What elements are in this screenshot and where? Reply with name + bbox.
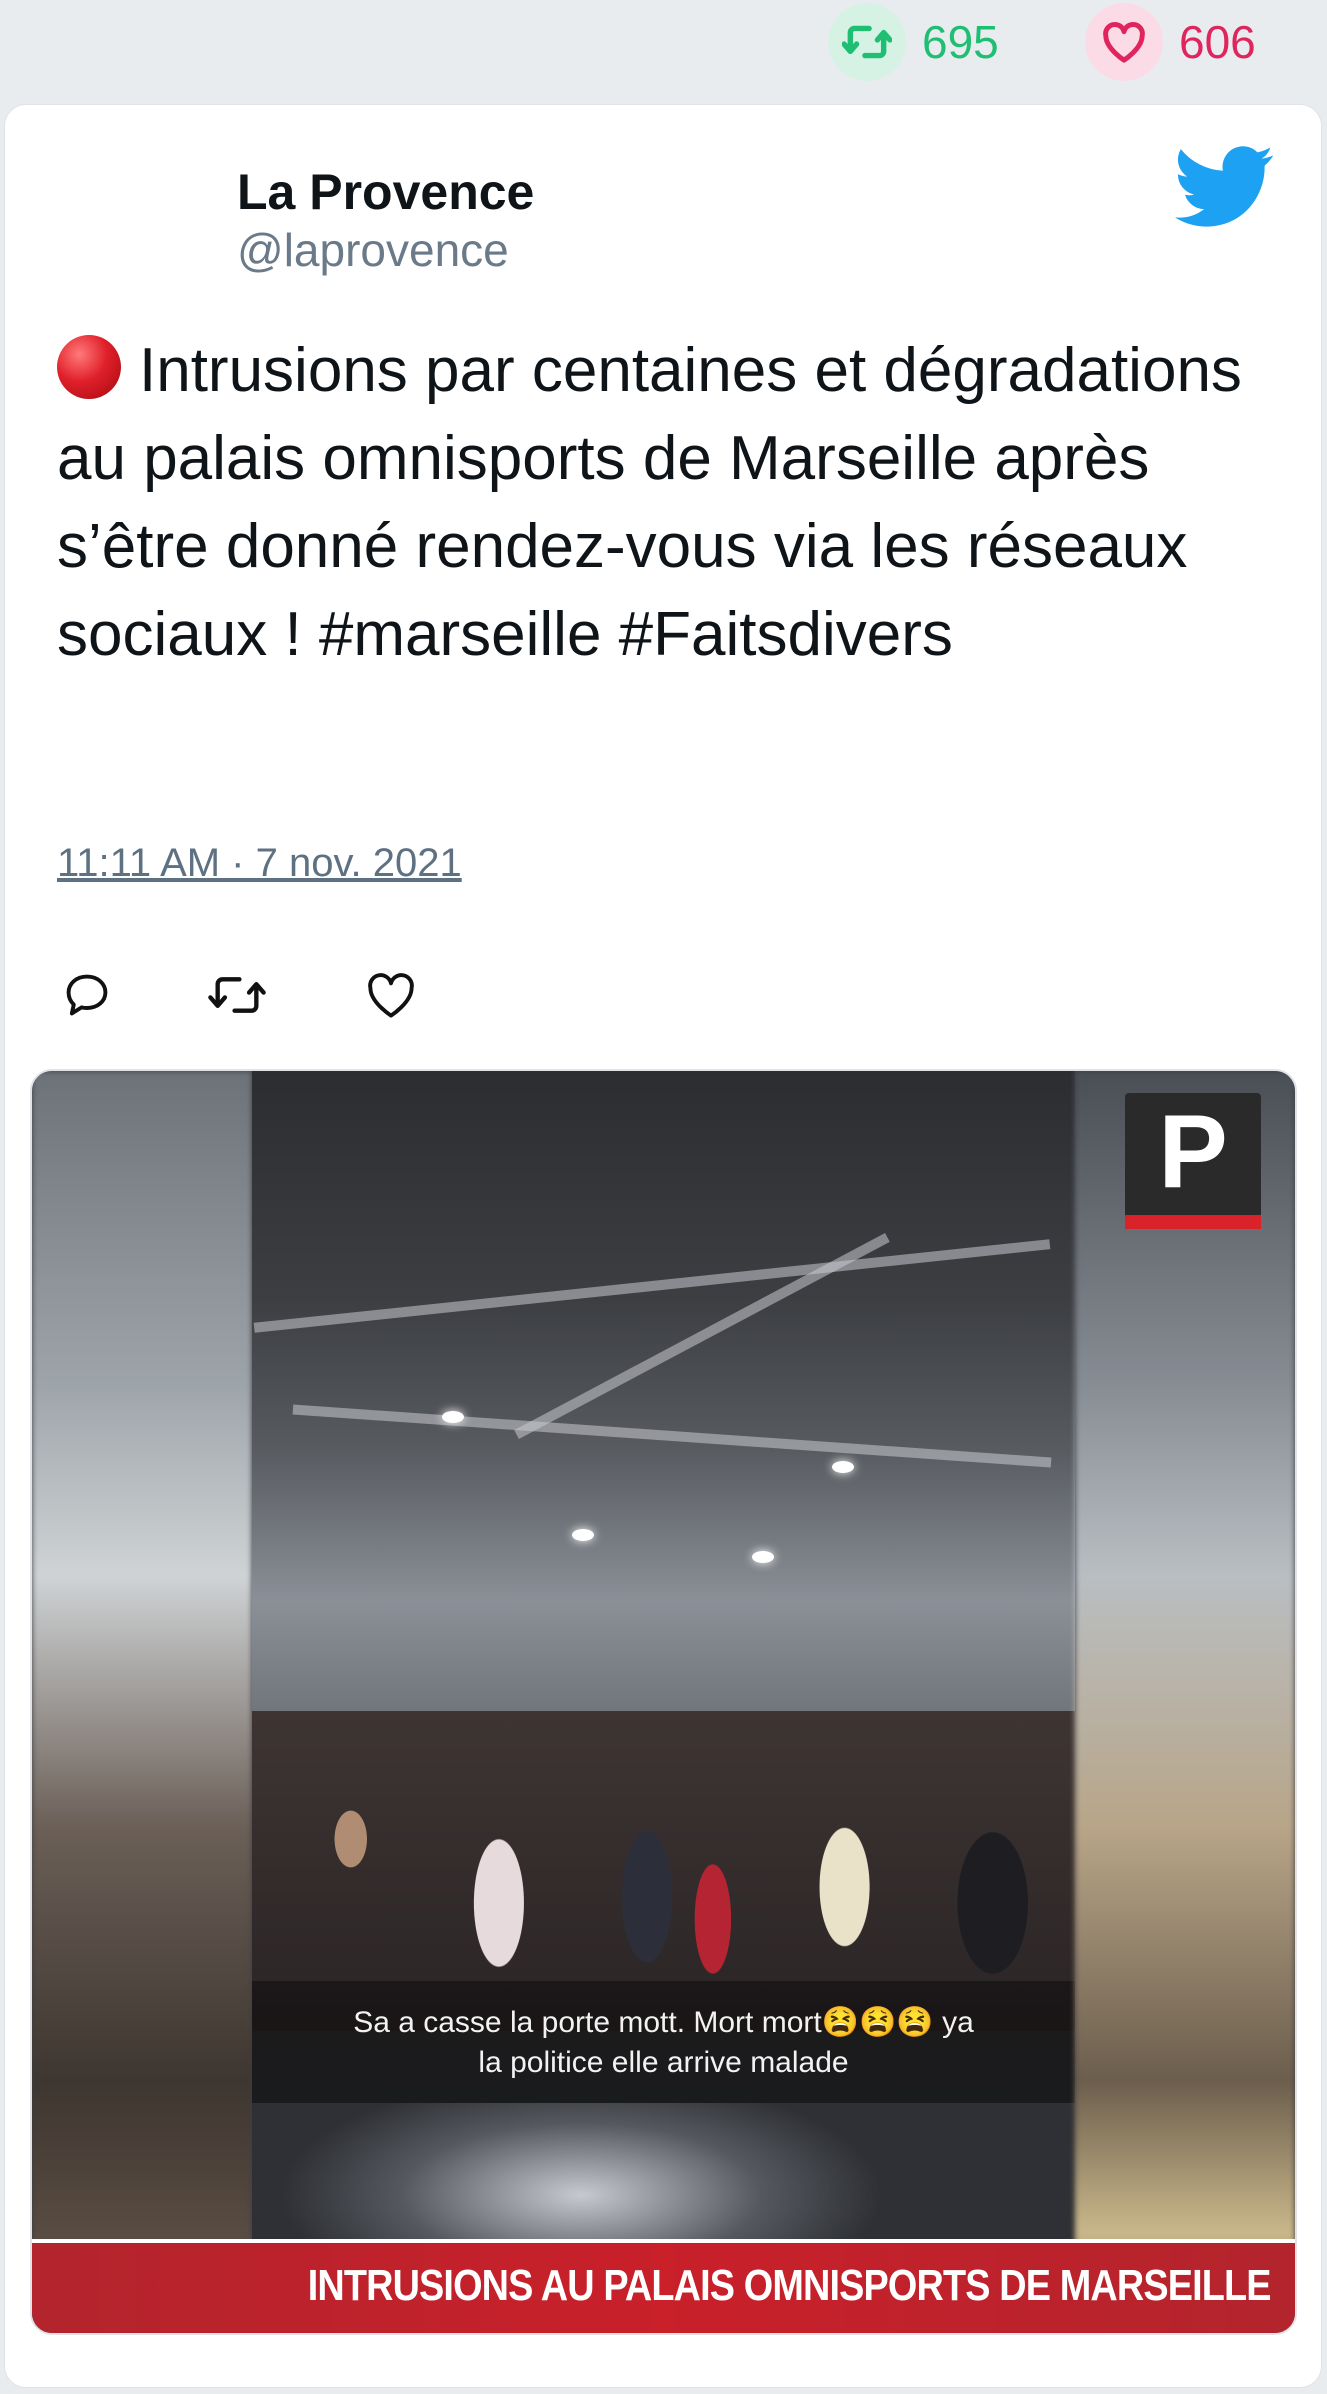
blurred-left-edge <box>32 1071 252 2333</box>
tweet-timestamp-link[interactable]: 11:11 AM · 7 nov. 2021 <box>57 841 462 886</box>
video-frame: Sa a casse la porte mott. Mort mort😫😫😫 y… <box>252 1071 1075 2333</box>
like-count-stat[interactable]: 606 <box>1085 0 1256 84</box>
la-provence-logo: P <box>1125 1093 1261 1229</box>
ceiling-light <box>442 1411 464 1423</box>
ceiling-light <box>832 1461 854 1473</box>
logo-red-bar <box>1125 1215 1261 1229</box>
ceiling-beam <box>514 1232 890 1440</box>
blurred-right-edge <box>1075 1071 1295 2333</box>
retweet-count: 695 <box>922 16 999 68</box>
ceiling-beam <box>292 1404 1052 1468</box>
video-caption-line-2: la politice elle arrive malade <box>478 2046 849 2079</box>
ceiling-light <box>752 1551 774 1563</box>
heart-icon <box>1085 3 1163 81</box>
red-circle-emoji <box>57 335 121 399</box>
video-title-text: INTRUSIONS AU PALAIS OMNISPORTS DE MARSE… <box>308 2261 1272 2310</box>
ceiling-light <box>572 1529 594 1541</box>
reply-icon <box>66 974 108 1016</box>
tweet-card: La Provence @laprovence Intrusions par c… <box>4 104 1322 2388</box>
ceiling-beam <box>253 1239 1051 1333</box>
like-button[interactable] <box>351 955 431 1035</box>
retweet-button[interactable] <box>197 955 277 1035</box>
like-count: 606 <box>1179 16 1256 68</box>
tweet-video-thumbnail[interactable]: Sa a casse la porte mott. Mort mort😫😫😫 y… <box>30 1069 1297 2335</box>
tweet-text: Intrusions par centaines et dégradations… <box>57 336 1242 669</box>
logo-letter: P <box>1158 1094 1228 1210</box>
heart-icon <box>368 973 414 1018</box>
tweet-text-block: Intrusions par centaines et dégradations… <box>57 327 1297 679</box>
video-caption: Sa a casse la porte mott. Mort mort😫😫😫 y… <box>252 1981 1075 2103</box>
retweet-count-stat[interactable]: 695 <box>828 0 999 84</box>
retweet-icon <box>828 3 906 81</box>
retweet-icon <box>208 977 266 1013</box>
video-caption-line-1: Sa a casse la porte mott. Mort mort😫😫😫 y… <box>353 2006 974 2039</box>
engagement-stats: 695 606 <box>0 0 1327 100</box>
author-handle[interactable]: @laprovence <box>237 223 509 277</box>
video-title-banner: INTRUSIONS AU PALAIS OMNISPORTS DE MARSE… <box>32 2239 1295 2333</box>
reply-button[interactable] <box>47 955 127 1035</box>
twitter-bird-icon[interactable] <box>1175 145 1275 229</box>
author-name[interactable]: La Provence <box>237 163 534 221</box>
